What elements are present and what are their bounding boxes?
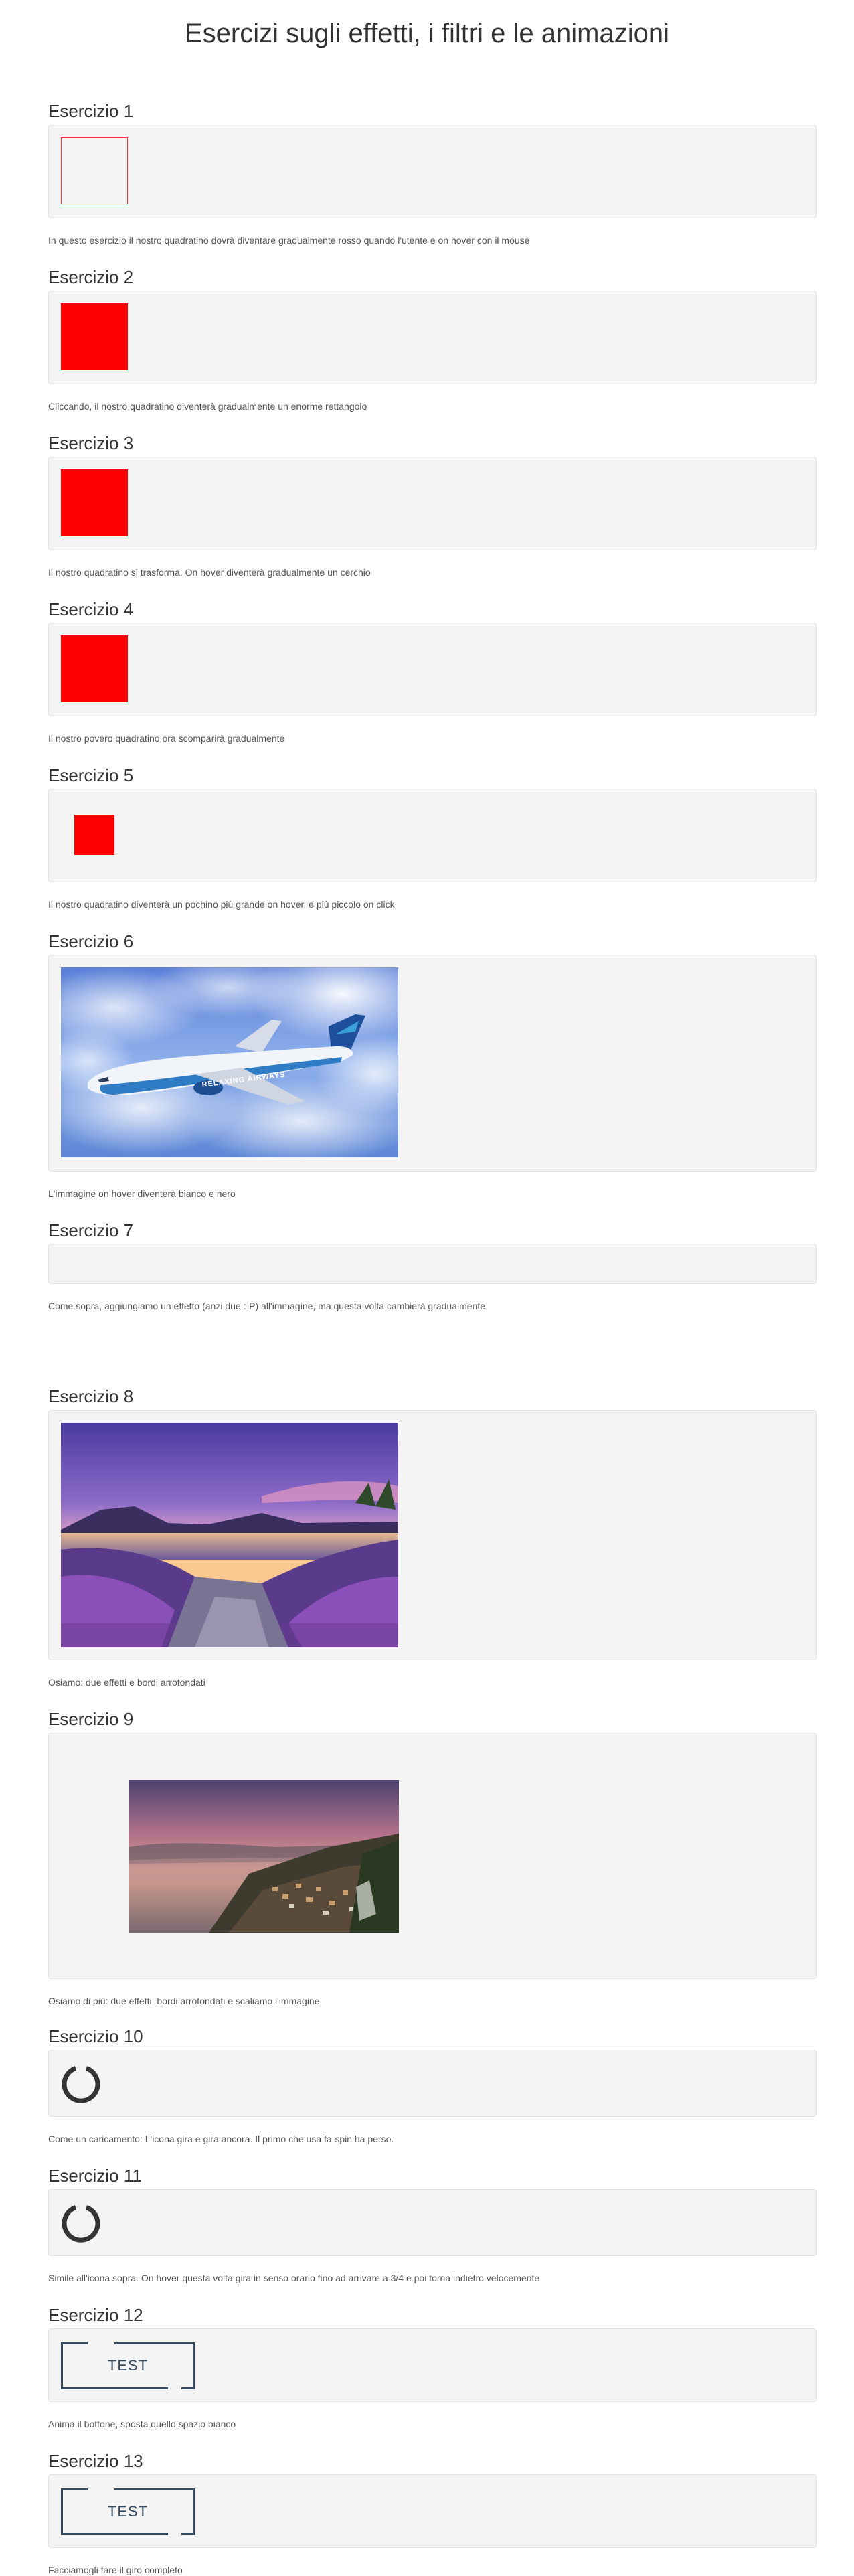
exercise-7: Esercizio 7 Come sopra, aggiungiamo un e… xyxy=(48,1220,817,1312)
airplane-image[interactable]: RELAXING AIRWAYS xyxy=(61,967,398,1157)
test-button-label: TEST xyxy=(107,2357,149,2374)
exercise-title: Esercizio 1 xyxy=(48,101,134,121)
exercise-title: Esercizio 8 xyxy=(48,1386,134,1406)
exercise-demo-box: TEST xyxy=(48,2328,817,2402)
exercise-10: Esercizio 10 Come un caricamento: L'icon… xyxy=(48,2026,817,2145)
exercise-8: Esercizio 8 Osiamo: due effetti e bordi … xyxy=(48,1386,817,1688)
test-button[interactable]: TEST xyxy=(61,2488,195,2535)
exercise-demo-box xyxy=(48,789,817,882)
exercise-title: Esercizio 13 xyxy=(48,2451,143,2471)
exercise-title: Esercizio 5 xyxy=(48,765,134,785)
fading-square[interactable] xyxy=(61,635,128,702)
exercise-demo-box xyxy=(48,457,817,550)
exercise-title: Esercizio 11 xyxy=(48,2166,142,2186)
exercise-title: Esercizio 2 xyxy=(48,267,134,287)
exercise-6: Esercizio 6 RELAXING AIRWAYS L'immagine … xyxy=(48,931,817,1200)
test-button[interactable]: TEST xyxy=(61,2342,195,2389)
exercise-title: Esercizio 9 xyxy=(48,1709,134,1729)
exercise-title: Esercizio 4 xyxy=(48,599,134,619)
exercise-description: Il nostro povero quadratino ora scompari… xyxy=(48,733,285,744)
exercise-demo-box: RELAXING AIRWAYS xyxy=(48,955,817,1172)
exercise-2: Esercizio 2 Cliccando, il nostro quadrat… xyxy=(48,266,817,412)
exercise-demo-box xyxy=(48,2189,817,2256)
exercise-description: Cliccando, il nostro quadratino diventer… xyxy=(48,401,367,412)
circle-morph-square[interactable] xyxy=(61,469,128,536)
exercise-description: In questo esercizio il nostro quadratino… xyxy=(48,235,530,246)
exercise-description: Il nostro quadratino diventerà un pochin… xyxy=(48,899,395,910)
exercise-description: Il nostro quadratino si trasforma. On ho… xyxy=(48,567,371,578)
exercise-3: Esercizio 3 Il nostro quadratino si tras… xyxy=(48,432,817,578)
exercise-demo-box xyxy=(48,1733,817,1979)
circle-notch-icon[interactable] xyxy=(61,2203,101,2243)
circle-notch-icon xyxy=(62,2066,100,2103)
exercise-demo-box xyxy=(48,2050,817,2117)
exercise-title: Esercizio 10 xyxy=(48,2026,143,2046)
exercise-description: Osiamo: due effetti e bordi arrotondati xyxy=(48,1677,205,1688)
exercise-5: Esercizio 5 Il nostro quadratino divente… xyxy=(48,764,817,910)
exercise-demo-box xyxy=(48,291,817,384)
scale-square[interactable] xyxy=(74,815,114,855)
exercise-demo-box xyxy=(48,125,817,218)
exercise-demo-box: TEST xyxy=(48,2474,817,2548)
exercise-title: Esercizio 7 xyxy=(48,1220,134,1240)
hover-square[interactable] xyxy=(61,137,128,204)
hillside-town-image[interactable] xyxy=(129,1780,399,1933)
exercise-12: Esercizio 12 TEST Anima il bottone, spos… xyxy=(48,2304,817,2430)
exercise-13: Esercizio 13 TEST Facciamogli fare il gi… xyxy=(48,2450,817,2576)
exercise-description: L'immagine on hover diventerà bianco e n… xyxy=(48,1188,236,1199)
exercise-title: Esercizio 12 xyxy=(48,2305,143,2325)
exercise-description: Come un caricamento: L'icona gira e gira… xyxy=(48,2134,394,2144)
exercise-title: Esercizio 6 xyxy=(48,931,134,951)
test-button-label: TEST xyxy=(107,2503,149,2520)
exercise-4: Esercizio 4 Il nostro povero quadratino … xyxy=(48,598,817,744)
exercise-description: Come sopra, aggiungiamo un effetto (anzi… xyxy=(48,1301,485,1311)
exercise-demo-box xyxy=(48,1410,817,1660)
page-title: Esercizi sugli effetti, i filtri e le an… xyxy=(185,19,669,48)
click-square[interactable] xyxy=(61,303,128,370)
exercise-description: Facciamogli fare il giro completo xyxy=(48,2565,183,2575)
lake-lavender-image[interactable] xyxy=(61,1423,398,1647)
exercise-demo-box xyxy=(48,623,817,716)
exercise-11: Esercizio 11 Simile all'icona sopra. On … xyxy=(48,2165,817,2284)
exercise-demo-box xyxy=(48,1244,817,1284)
exercise-9: Esercizio 9 Osiamo di più: due effetti, … xyxy=(48,1708,817,2007)
exercise-description: Osiamo di più: due effetti, bordi arroto… xyxy=(48,1996,320,2006)
exercise-description: Anima il bottone, sposta quello spazio b… xyxy=(48,2419,236,2429)
exercise-title: Esercizio 3 xyxy=(48,433,134,453)
exercise-description: Simile all'icona sopra. On hover questa … xyxy=(48,2273,540,2283)
exercise-1: Esercizio 1 In questo esercizio il nostr… xyxy=(48,100,817,246)
